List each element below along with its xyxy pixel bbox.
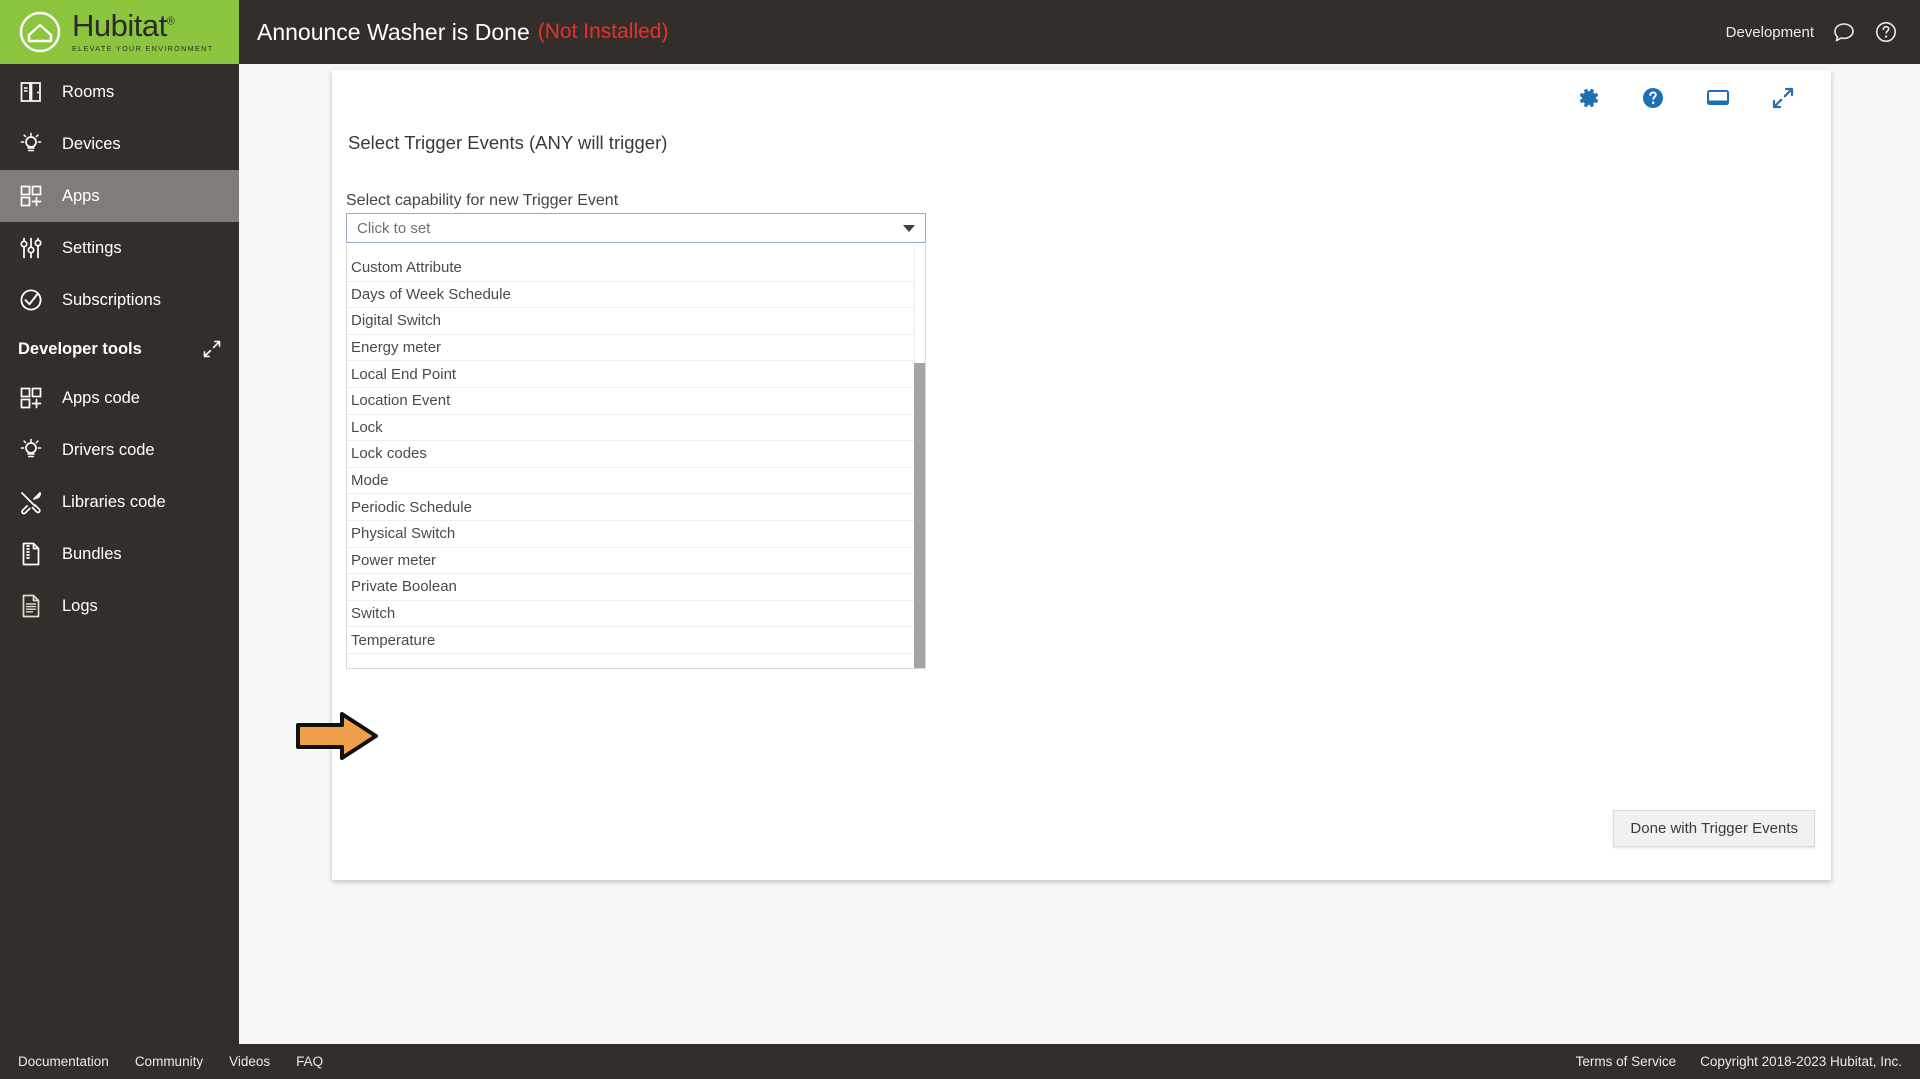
sidebar-item-apps-code[interactable]: Apps code (0, 372, 239, 424)
sidebar-item-label: Logs (62, 596, 98, 615)
annotation-arrow-icon (296, 712, 378, 760)
sidebar: Rooms Devices Apps Settings Subscription… (0, 64, 239, 1044)
footer-link-terms[interactable]: Terms of Service (1576, 1054, 1677, 1069)
check-circle-icon (16, 285, 46, 315)
dropdown-option[interactable]: Mode (347, 468, 925, 495)
dropdown-option[interactable]: Switch (347, 601, 925, 628)
done-with-trigger-events-button[interactable]: Done with Trigger Events (1613, 810, 1815, 847)
dropdown-scrollbar[interactable] (914, 245, 925, 668)
gear-icon[interactable] (1577, 86, 1601, 110)
top-bar: Hubitat® ELEVATE YOUR ENVIRONMENT Announ… (0, 0, 1920, 64)
dropdown-option[interactable]: Digital Switch (347, 308, 925, 335)
sidebar-item-libraries-code[interactable]: Libraries code (0, 476, 239, 528)
dropdown-option[interactable]: Days of Week Schedule (347, 282, 925, 309)
dropdown-scrollbar-thumb[interactable] (914, 363, 925, 668)
page-root: Hubitat® ELEVATE YOUR ENVIRONMENT Announ… (0, 0, 1920, 1079)
footer-link-documentation[interactable]: Documentation (18, 1054, 109, 1069)
select-placeholder-text: Click to set (357, 219, 431, 237)
dropdown-option[interactable]: Energy meter (347, 335, 925, 362)
sidebar-item-label: Apps (62, 186, 100, 205)
sidebar-item-label: Bundles (62, 544, 122, 563)
dropdown-option[interactable]: Custom Attribute (347, 255, 925, 282)
capability-select-input[interactable]: Click to set (346, 213, 926, 243)
sidebar-item-bundles[interactable]: Bundles (0, 528, 239, 580)
app-title-bar: Announce Washer is Done (Not Installed) (239, 0, 1726, 64)
footer-link-videos[interactable]: Videos (229, 1054, 270, 1069)
sidebar-item-label: Settings (62, 238, 122, 257)
sidebar-section-label: Developer tools (18, 339, 142, 358)
sliders-icon (16, 233, 46, 263)
footer-link-community[interactable]: Community (135, 1054, 203, 1069)
sidebar-item-rooms[interactable]: Rooms (0, 66, 239, 118)
sidebar-item-label: Apps code (62, 388, 140, 407)
dropdown-option[interactable]: Local End Point (347, 361, 925, 388)
footer-links: Documentation Community Videos FAQ (18, 1054, 323, 1069)
hubitat-logo[interactable]: Hubitat® ELEVATE YOUR ENVIRONMENT (0, 0, 239, 64)
expand-icon[interactable] (1771, 86, 1795, 110)
dropdown-option[interactable]: Private Boolean (347, 574, 925, 601)
dropdown-option[interactable]: Lock (347, 415, 925, 442)
sidebar-item-label: Drivers code (62, 440, 155, 459)
brand-trademark: ® (166, 15, 175, 28)
brand-tagline: ELEVATE YOUR ENVIRONMENT (72, 43, 214, 53)
card-toolbar (1577, 86, 1795, 110)
lightbulb-icon (16, 435, 46, 465)
sidebar-item-devices[interactable]: Devices (0, 118, 239, 170)
footer-link-faq[interactable]: FAQ (296, 1054, 323, 1069)
dropdown-option[interactable]: Location Event (347, 388, 925, 415)
help-circle-icon[interactable] (1874, 20, 1898, 44)
lightbulb-icon (16, 129, 46, 159)
sidebar-item-drivers-code[interactable]: Drivers code (0, 424, 239, 476)
footer: Documentation Community Videos FAQ Terms… (0, 1044, 1920, 1079)
app-status-badge: (Not Installed) (537, 20, 669, 43)
dropdown-option[interactable]: Temperature (347, 627, 925, 654)
sidebar-item-apps[interactable]: Apps (0, 170, 239, 222)
capability-field-label: Select capability for new Trigger Event (346, 192, 619, 209)
sidebar-item-label: Subscriptions (62, 290, 162, 309)
collapse-icon[interactable] (203, 340, 221, 358)
main-content: Select Trigger Events (ANY will trigger)… (239, 64, 1920, 1044)
sidebar-item-label: Devices (62, 134, 121, 153)
display-icon[interactable] (1705, 86, 1731, 110)
sidebar-item-settings[interactable]: Settings (0, 222, 239, 274)
dropdown-option[interactable]: Physical Switch (347, 521, 925, 548)
environment-label: Development (1725, 23, 1814, 41)
apps-grid-icon (16, 383, 46, 413)
sidebar-section-developer-tools: Developer tools (0, 326, 239, 372)
app-title: Announce Washer is Done (257, 18, 530, 45)
dropdown-option[interactable]: Periodic Schedule (347, 494, 925, 521)
trigger-events-card: Select Trigger Events (ANY will trigger)… (296, 70, 1831, 880)
rooms-door-icon (16, 77, 46, 107)
capability-dropdown-list[interactable]: Custom Attribute Days of Week Schedule Dig… (346, 245, 926, 669)
sidebar-item-subscriptions[interactable]: Subscriptions (0, 274, 239, 326)
help-circle-icon[interactable] (1641, 86, 1665, 110)
page-title: Select Trigger Events (ANY will trigger) (348, 132, 668, 153)
hubitat-house-icon (18, 10, 62, 54)
zip-file-icon (16, 539, 46, 569)
sidebar-item-label: Libraries code (62, 492, 166, 511)
footer-legal: Terms of Service Copyright 2018-2023 Hub… (1576, 1054, 1902, 1069)
apps-grid-icon (16, 181, 46, 211)
sidebar-item-label: Rooms (62, 82, 115, 101)
chevron-down-icon[interactable] (903, 224, 915, 232)
dropdown-option[interactable]: Power meter (347, 548, 925, 575)
brand-wordmark: Hubitat® (72, 7, 175, 43)
chat-bubble-icon[interactable] (1832, 20, 1856, 44)
dropdown-option[interactable]: Lock codes (347, 441, 925, 468)
sidebar-item-logs[interactable]: Logs (0, 580, 239, 632)
document-icon (16, 591, 46, 621)
top-bar-actions: Development (1726, 0, 1920, 64)
copyright-text: Copyright 2018-2023 Hubitat, Inc. (1700, 1054, 1902, 1069)
tools-icon (16, 487, 46, 517)
